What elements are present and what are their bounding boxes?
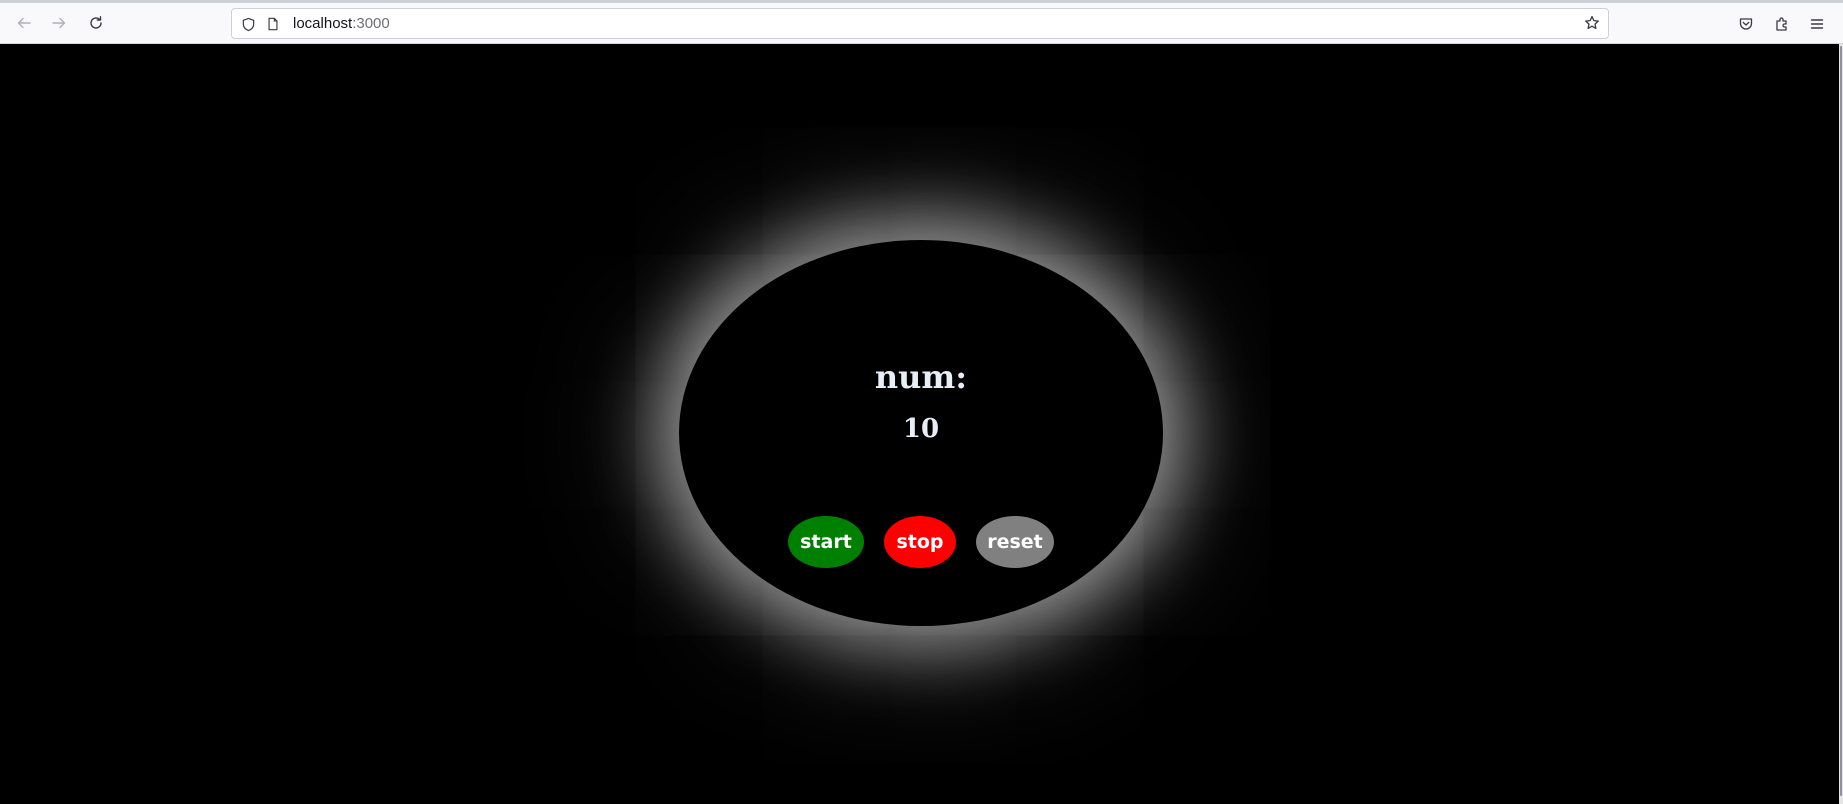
browser-window: localhost:3000 num: 10 start stop reset bbox=[0, 0, 1843, 804]
extensions-icon[interactable] bbox=[1773, 15, 1791, 33]
scrollbar-thumb[interactable] bbox=[1840, 46, 1842, 796]
url-bar[interactable]: localhost:3000 bbox=[231, 8, 1609, 39]
star-icon[interactable] bbox=[1584, 15, 1600, 31]
page-icon[interactable] bbox=[265, 16, 281, 32]
counter-value: 10 bbox=[902, 414, 940, 444]
forward-button[interactable] bbox=[49, 13, 69, 33]
url-port: :3000 bbox=[352, 15, 390, 32]
url-text[interactable]: localhost:3000 bbox=[293, 9, 390, 38]
reload-icon bbox=[90, 16, 102, 29]
stop-button[interactable]: stop bbox=[884, 516, 956, 568]
page-viewport: num: 10 start stop reset bbox=[0, 44, 1839, 804]
reset-button[interactable]: reset bbox=[976, 516, 1054, 568]
browser-toolbar: localhost:3000 bbox=[0, 0, 1843, 44]
arrow-right-icon bbox=[52, 17, 66, 29]
pocket-icon[interactable] bbox=[1737, 15, 1755, 33]
counter-panel: num: 10 start stop reset bbox=[679, 240, 1163, 626]
counter-title: num: bbox=[874, 358, 968, 396]
url-host: localhost bbox=[293, 15, 353, 32]
shield-icon[interactable] bbox=[240, 16, 256, 32]
scrollbar[interactable] bbox=[1839, 44, 1843, 804]
reload-button[interactable] bbox=[86, 13, 106, 33]
back-button[interactable] bbox=[14, 13, 34, 33]
hamburger-menu-icon[interactable] bbox=[1808, 15, 1826, 33]
start-button[interactable]: start bbox=[788, 516, 864, 568]
arrow-left-icon bbox=[17, 17, 31, 29]
